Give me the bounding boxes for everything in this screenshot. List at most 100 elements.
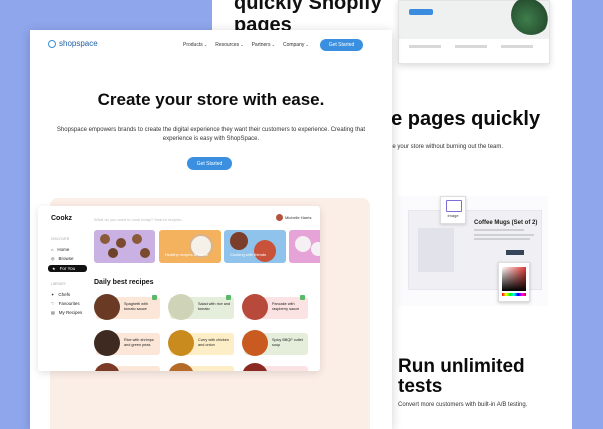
recipe-name: Pancake with raspberry sauce bbox=[272, 302, 300, 311]
hero-subtitle: Shopspace empowers brands to create the … bbox=[56, 127, 366, 142]
brand-name: shopspace bbox=[59, 39, 98, 48]
app-brand: Cookz bbox=[51, 215, 72, 222]
sidebar-item-browse[interactable]: ◎ Browse bbox=[51, 256, 74, 261]
sidebar-item-label: For You bbox=[59, 266, 76, 271]
recipe-name: Curry with chicken and onion bbox=[198, 338, 230, 347]
sidebar-item-label: Favourites bbox=[58, 301, 80, 306]
sidebar-section-discover: DISCOVER bbox=[51, 237, 70, 241]
food-image bbox=[254, 240, 276, 262]
food-image bbox=[100, 234, 110, 244]
color-gradient bbox=[502, 267, 526, 291]
recipe-app-mockup: Cookz What do you want to cook today? Se… bbox=[38, 206, 320, 371]
recipe-name: Spaghetti with tomato sauce bbox=[124, 302, 148, 311]
sidebar-item-label: Chefs bbox=[58, 292, 71, 297]
recipe-name: Salad with rice and tomato bbox=[198, 302, 231, 311]
nav-item-partners[interactable]: Partners bbox=[252, 42, 275, 48]
recipe-card[interactable]: Spicy BBQF cutlet soup bbox=[242, 330, 308, 356]
sidebar-item-favourites[interactable]: ♡ Favourites bbox=[51, 301, 80, 306]
image-icon bbox=[446, 200, 462, 212]
recipe-card[interactable]: Salad with rice and tomato bbox=[168, 294, 234, 320]
compass-icon: ◎ bbox=[51, 256, 55, 261]
dish-image bbox=[94, 294, 120, 320]
sidebar-item-my-recipes[interactable]: ▤ My Recipes bbox=[51, 310, 82, 315]
section-heading: Run unlimited tests bbox=[398, 357, 525, 397]
preview-column bbox=[409, 45, 441, 48]
recipe-name: Spicy BBQF cutlet soup bbox=[272, 338, 303, 347]
text-line bbox=[474, 229, 524, 231]
dish-image bbox=[242, 330, 268, 356]
section-text: Convert more customers with built-in A/B… bbox=[398, 402, 528, 408]
add-to-cart-button bbox=[506, 250, 524, 255]
recipe-card[interactable] bbox=[94, 363, 160, 371]
image-block-label: Image bbox=[447, 213, 459, 218]
nav-item-resources[interactable]: Resources bbox=[215, 42, 243, 48]
recipe-name: Rice with shrimps and green peas bbox=[124, 338, 154, 347]
food-image bbox=[311, 242, 320, 256]
nav-item-products[interactable]: Products bbox=[183, 42, 207, 48]
dish-image bbox=[94, 330, 120, 356]
star-icon: ★ bbox=[52, 266, 56, 271]
sidebar-item-label: Browse bbox=[58, 256, 74, 261]
recipe-banner[interactable]: Cooking with friends bbox=[224, 230, 286, 263]
food-image bbox=[108, 248, 118, 258]
sidebar-item-for-you[interactable]: ★ For You bbox=[48, 265, 88, 272]
user-profile[interactable]: Michelle Harris bbox=[276, 214, 311, 221]
food-image bbox=[116, 238, 126, 248]
image-block: Image bbox=[440, 196, 466, 224]
chef-icon: ✦ bbox=[51, 292, 55, 297]
bookmark-icon[interactable] bbox=[226, 295, 231, 300]
nav-item-company[interactable]: Company bbox=[283, 42, 309, 48]
heading-line: Run unlimited bbox=[398, 356, 525, 377]
user-name: Michelle Harris bbox=[285, 215, 312, 220]
sidebar-section-library: LIBRARY bbox=[51, 282, 66, 286]
preview-column bbox=[501, 45, 533, 48]
recipe-search-input[interactable]: What do you want to cook today? Search r… bbox=[94, 217, 184, 222]
brand-logo[interactable]: shopspace bbox=[48, 39, 98, 48]
banner-caption: Cooking with friends bbox=[230, 252, 267, 257]
editor-screenshot: Image Coffee Mugs (Set of 2) bbox=[398, 196, 548, 306]
hero-title: Create your store with ease. bbox=[97, 90, 325, 109]
avatar bbox=[276, 214, 283, 221]
sidebar-item-label: My Recipes bbox=[58, 310, 83, 315]
section-title: Daily best recipes bbox=[94, 279, 154, 286]
sidebar-item-home[interactable]: ⌂ Home bbox=[51, 247, 69, 252]
food-image bbox=[140, 248, 150, 258]
nav-get-started-button[interactable]: Get Started bbox=[320, 39, 363, 51]
recipe-banner[interactable] bbox=[289, 230, 320, 263]
food-image bbox=[132, 234, 142, 244]
heading-line: tests bbox=[398, 376, 443, 397]
page-preview-screenshot bbox=[398, 0, 551, 64]
section-heading: ce pages quickly bbox=[380, 108, 541, 130]
recipe-card[interactable] bbox=[242, 363, 308, 371]
banner-caption: Healthy recipes at home bbox=[165, 252, 209, 257]
nav-menu: Products Resources Partners Company bbox=[183, 42, 309, 48]
recipe-card[interactable]: Pancake with raspberry sauce bbox=[242, 294, 308, 320]
color-picker bbox=[498, 262, 530, 302]
preview-column bbox=[455, 45, 487, 48]
food-image bbox=[295, 236, 311, 252]
recipe-card[interactable]: Curry with chicken and onion bbox=[168, 330, 234, 356]
home-icon: ⌂ bbox=[51, 247, 54, 252]
heading-line: quickly Shopify bbox=[234, 0, 382, 14]
book-icon: ▤ bbox=[51, 310, 55, 315]
dish-image bbox=[168, 363, 194, 371]
recipe-card[interactable] bbox=[168, 363, 234, 371]
text-line bbox=[474, 234, 534, 236]
recipe-banner[interactable] bbox=[94, 230, 155, 263]
dish-image bbox=[94, 363, 120, 371]
sidebar-item-chefs[interactable]: ✦ Chefs bbox=[51, 292, 70, 297]
sidebar-item-label: Home bbox=[57, 247, 70, 252]
hero-get-started-button[interactable]: Get Started bbox=[187, 157, 232, 170]
product-title: Coffee Mugs (Set of 2) bbox=[474, 220, 538, 226]
recipe-card[interactable]: Rice with shrimps and green peas bbox=[94, 330, 160, 356]
top-nav: shopspace Products Resources Partners Co… bbox=[30, 30, 392, 60]
recipe-banner[interactable]: Healthy recipes at home bbox=[159, 230, 221, 263]
bookmark-icon[interactable] bbox=[300, 295, 305, 300]
bookmark-icon[interactable] bbox=[152, 295, 157, 300]
hue-slider bbox=[502, 293, 526, 296]
dish-image bbox=[168, 294, 194, 320]
dish-image bbox=[168, 330, 194, 356]
section-text: timize your store without burning out th… bbox=[380, 144, 504, 150]
text-line bbox=[474, 238, 530, 240]
recipe-card[interactable]: Spaghetti with tomato sauce bbox=[94, 294, 160, 320]
